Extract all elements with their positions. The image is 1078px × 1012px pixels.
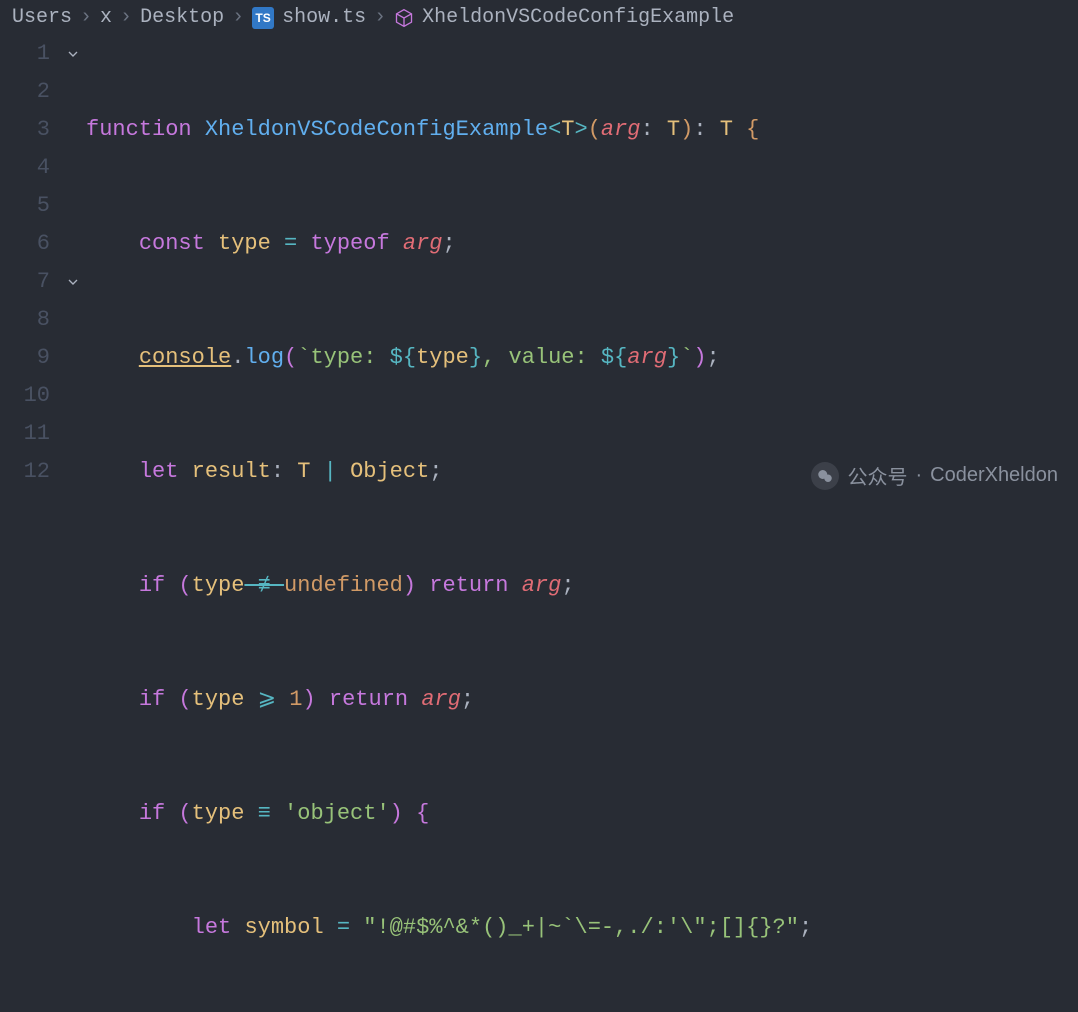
line-number: 2 [0,73,50,111]
breadcrumb-item[interactable]: x [100,6,112,29]
line-number: 3 [0,111,50,149]
line-number: 5 [0,187,50,225]
line-number: 4 [0,149,50,187]
breadcrumb-separator: › [232,6,244,29]
code-line[interactable]: function XheldonVSCodeConfigExample<T>(a… [86,111,1078,149]
line-number: 6 [0,225,50,263]
line-number: 8 [0,301,50,339]
breadcrumb-separator: › [80,6,92,29]
line-number: 12 [0,453,50,491]
line-number: 7 [0,263,50,301]
code-editor[interactable]: 1 2 3 4 5 6 7 8 9 10 11 12 function Xhel… [0,35,1078,1012]
symbol-function-icon [394,8,414,28]
line-number: 10 [0,377,50,415]
code-line[interactable]: if (type ≡ 'object') { [86,795,1078,833]
line-number: 1 [0,35,50,73]
code-line[interactable]: if (type ≢ undefined) return arg; [86,567,1078,605]
breadcrumb-item[interactable]: XheldonVSCodeConfigExample [422,6,734,29]
code-line[interactable]: let symbol = "!@#$%^&*()_+|~`\=-,./:'\";… [86,909,1078,947]
line-number-gutter: 1 2 3 4 5 6 7 8 9 10 11 12 [0,35,60,1012]
line-number: 11 [0,415,50,453]
breadcrumb-item[interactable]: Desktop [140,6,224,29]
fold-gutter [60,35,86,1012]
code-line[interactable]: console.log(`type: ${type}, value: ${arg… [86,339,1078,377]
breadcrumb-item[interactable]: Users [12,6,72,29]
line-number: 9 [0,339,50,377]
watermark-author: CoderXheldon [930,464,1058,487]
chevron-down-icon[interactable] [65,46,81,62]
watermark-label: 公众号 [847,461,907,490]
typescript-file-icon: TS [252,7,274,29]
breadcrumb-item[interactable]: show.ts [282,6,366,29]
watermark-dot: · [915,464,922,487]
breadcrumb: Users › x › Desktop › TS show.ts › Xheld… [0,0,1078,35]
code-line[interactable]: if (type ⩾ 1) return arg; [86,681,1078,719]
breadcrumb-separator: › [374,6,386,29]
watermark: 公众号 · CoderXheldon [811,461,1058,490]
code-line[interactable]: const type = typeof arg; [86,225,1078,263]
wechat-icon [811,462,839,490]
chevron-down-icon[interactable] [65,274,81,290]
breadcrumb-separator: › [120,6,132,29]
code-content[interactable]: function XheldonVSCodeConfigExample<T>(a… [86,35,1078,1012]
